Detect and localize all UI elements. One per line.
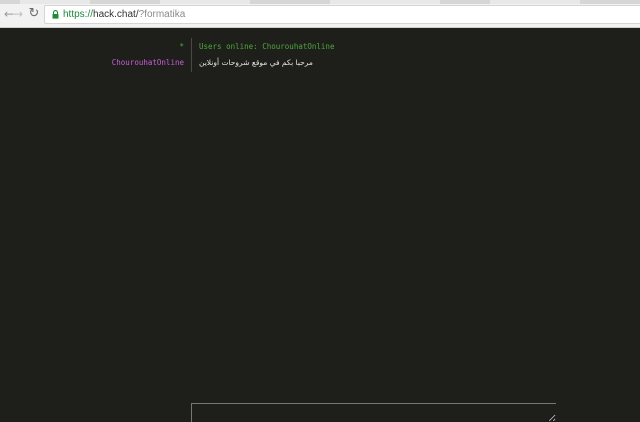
reload-button[interactable]: ↻ [27, 7, 41, 21]
browser-toolbar: ← → ↻ https://hack.chat/?formatika [0, 0, 640, 28]
system-nick: * [179, 42, 184, 51]
message-text: Users online: ChourouhatOnline [199, 42, 335, 51]
address-bar[interactable]: https://hack.chat/?formatika [44, 5, 640, 24]
user-nick[interactable]: ChourouhatOnline [112, 56, 184, 70]
chat-input[interactable] [191, 403, 556, 422]
url-host: hack.chat/ [93, 9, 139, 20]
message-row: ChourouhatOnline مرحبا بكم في موقع شروحا… [0, 56, 640, 70]
browser-tab[interactable] [330, 0, 440, 4]
browser-tab[interactable] [160, 0, 250, 4]
tab-strip [0, 0, 640, 4]
message-text: مرحبا بكم في موقع شروحات أونلاين [199, 58, 313, 67]
message-row: * Users online: ChourouhatOnline [0, 40, 640, 54]
url-text: https://hack.chat/?formatika [63, 8, 185, 22]
url-scheme: https:// [63, 9, 94, 20]
browser-tab[interactable] [20, 0, 90, 4]
forward-button[interactable]: → [11, 7, 25, 21]
lock-icon [52, 10, 59, 19]
url-query: ?formatika [138, 9, 186, 20]
chat-page: * Users online: ChourouhatOnline Chourou… [0, 28, 640, 422]
browser-tab[interactable] [490, 0, 580, 4]
